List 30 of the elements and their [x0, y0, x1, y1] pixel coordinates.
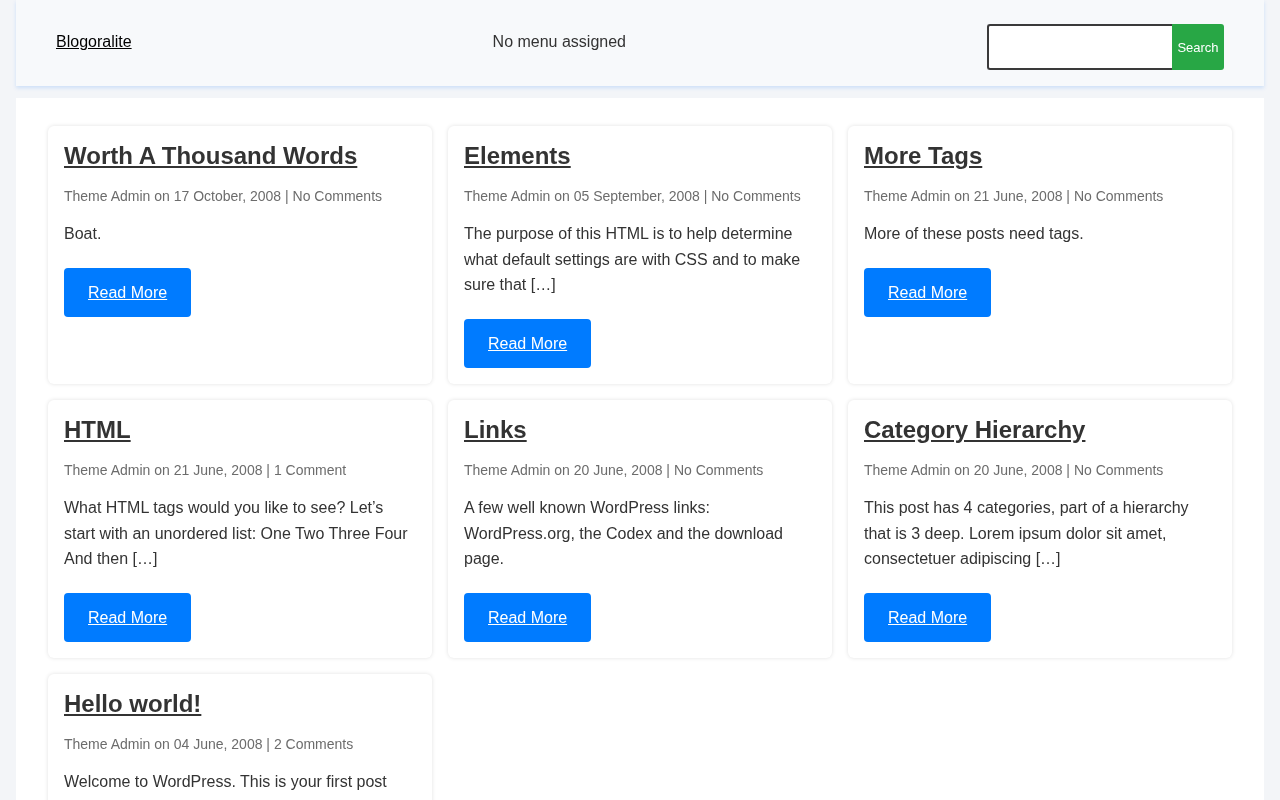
post-title[interactable]: Elements: [464, 142, 571, 171]
post-title[interactable]: Links: [464, 416, 527, 445]
menu-notice: No menu assigned: [492, 32, 626, 52]
read-more-button[interactable]: Read More: [464, 592, 592, 642]
post-meta: Theme Admin on 05 September, 2008 | No Comments: [464, 186, 801, 206]
post-excerpt: What HTML tags would you like to see? Let’s start with an unordered list: One Two Three Four And then […]: [64, 498, 409, 570]
post-meta: Theme Admin on 21 June, 2008 | 1 Comment: [64, 460, 347, 480]
post-excerpt: A few well known WordPress links: WordPress.org, the Codex and the download page.: [464, 498, 784, 570]
read-more-button[interactable]: Read More: [64, 267, 192, 317]
read-more-button[interactable]: Read More: [64, 592, 192, 642]
post-title[interactable]: More Tags: [864, 142, 983, 171]
post-meta: Theme Admin on 17 October, 2008 | No Comments: [64, 186, 383, 206]
post-title[interactable]: HTML: [64, 416, 131, 445]
post-title[interactable]: Category Hierarchy: [864, 416, 1086, 445]
post-excerpt: This post has 4 categories, part of a hierarchy that is 3 deep. Lorem ipsum dolor sit amet, consectetuer adipiscing […]: [864, 498, 1190, 570]
post-excerpt: Welcome to WordPress. This is your first post: [64, 772, 387, 793]
site-title[interactable]: Blogoralite: [56, 30, 132, 54]
post-meta: Theme Admin on 20 June, 2008 | No Comments: [464, 460, 764, 480]
post-excerpt: Boat.: [64, 224, 102, 245]
post-meta: Theme Admin on 20 June, 2008 | No Comments: [864, 460, 1164, 480]
post-excerpt: The purpose of this HTML is to help determine what default settings are with CSS and to make sure that […]: [464, 224, 802, 296]
post-meta: Theme Admin on 04 June, 2008 | 2 Comments: [64, 734, 354, 754]
read-more-button[interactable]: Read More: [864, 267, 992, 317]
search-field[interactable]: [987, 24, 1172, 70]
post-meta: Theme Admin on 21 June, 2008 | No Comments: [864, 186, 1164, 206]
read-more-button[interactable]: Read More: [864, 592, 992, 642]
post-excerpt: More of these posts need tags.: [864, 224, 1084, 245]
post-title[interactable]: Worth A Thousand Words: [64, 142, 358, 171]
read-more-button[interactable]: Read More: [464, 319, 592, 368]
post-title[interactable]: Hello world!: [64, 689, 202, 719]
